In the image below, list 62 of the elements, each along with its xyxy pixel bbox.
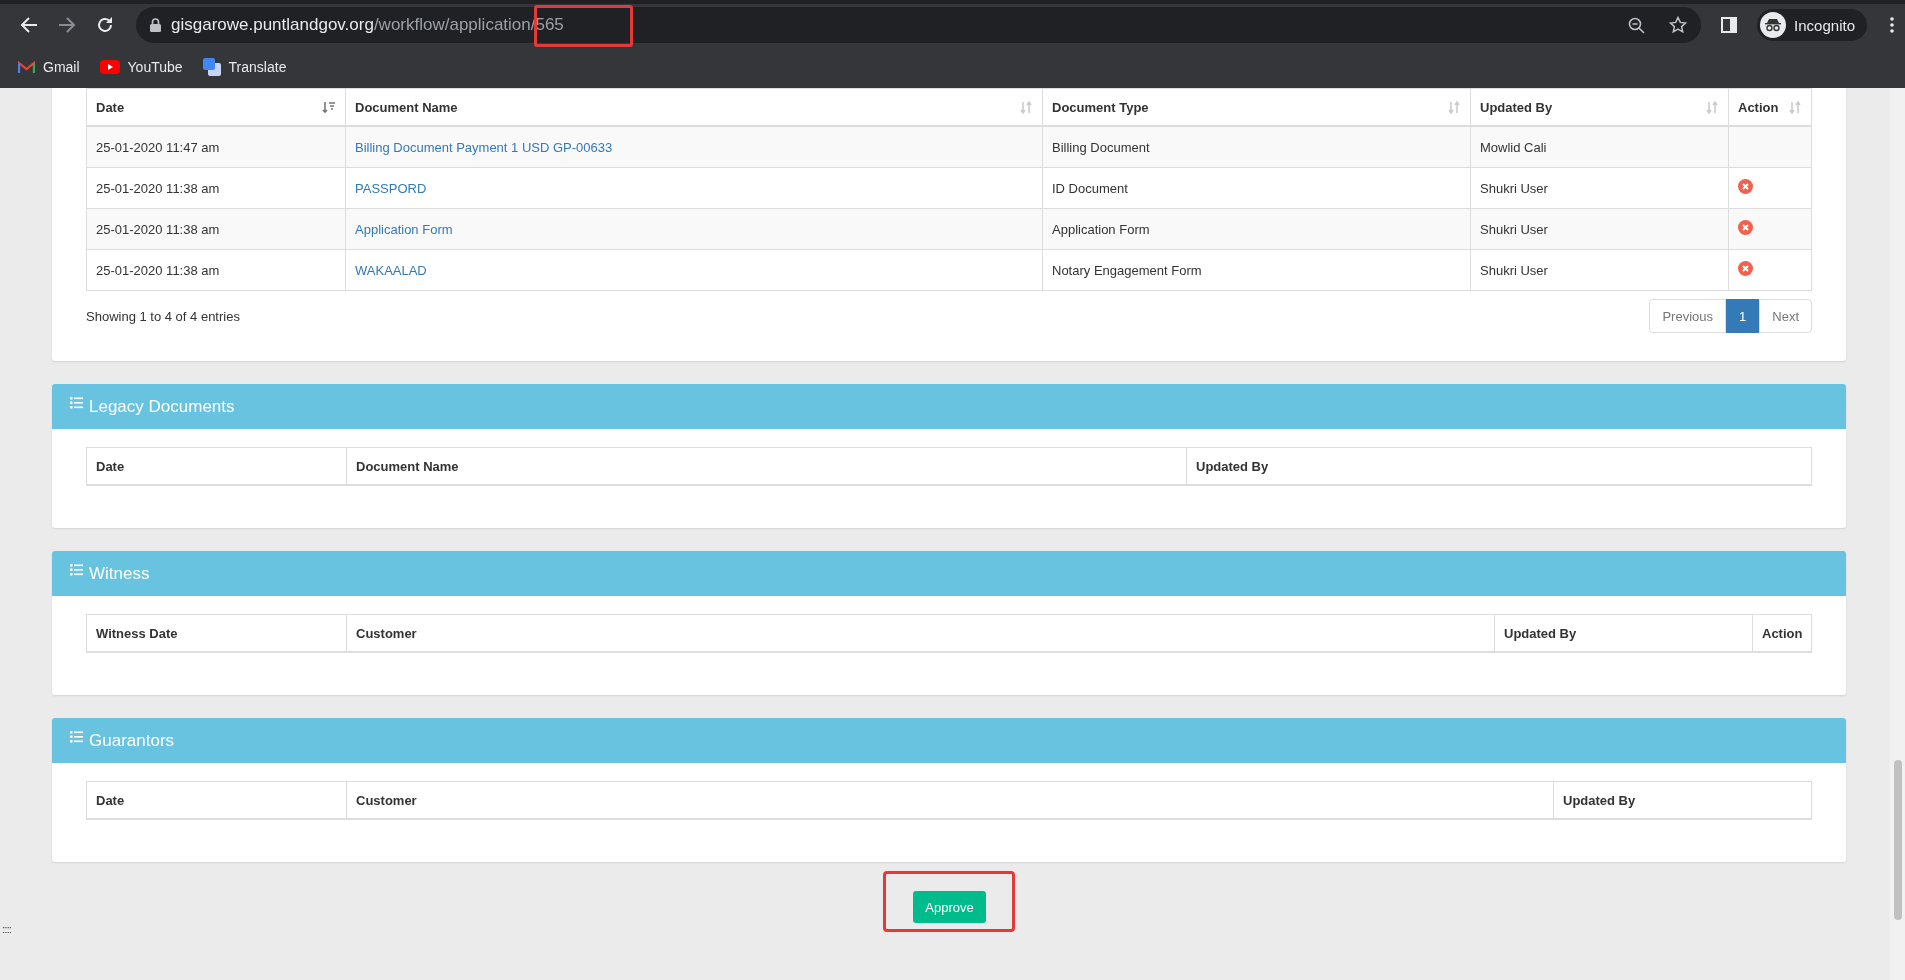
document-link[interactable]: WAKAALAD (355, 262, 427, 278)
star-icon[interactable] (1669, 16, 1688, 34)
column-header: Witness Date (96, 625, 178, 641)
type-cell: Notary Engagement Form (1052, 262, 1202, 278)
section-title: Witness (89, 563, 150, 584)
menu-icon[interactable] (1889, 16, 1895, 34)
column-header: Document Name (356, 458, 459, 474)
column-header: Updated By (1563, 792, 1636, 808)
column-header: Updated By (1196, 458, 1269, 474)
lock-icon[interactable] (150, 18, 161, 32)
date-cell: 25-01-2020 11:38 am (96, 221, 220, 237)
mail-icon (18, 60, 35, 74)
type-cell: ID Document (1052, 180, 1128, 196)
document-link[interactable]: PASSPORD (355, 180, 427, 196)
incognito-icon (1764, 18, 1783, 32)
date-cell: 25-01-2020 11:38 am (96, 180, 220, 196)
list-icon (70, 730, 83, 743)
section-title: Legacy Documents (89, 396, 235, 417)
column-header: Customer (356, 792, 417, 808)
column-header: Updated By (1504, 625, 1577, 641)
side-panel-icon[interactable] (1721, 17, 1738, 33)
bookmark-link[interactable]: Gmail (18, 59, 80, 75)
resize-handle[interactable]: ::::: (2, 924, 11, 935)
column-header[interactable]: Date (96, 99, 125, 115)
play-icon (99, 60, 120, 74)
user-cell: Shukri User (1480, 262, 1548, 278)
document-link[interactable]: Application Form (355, 221, 453, 237)
column-header: Date (96, 792, 125, 808)
bookmark-link[interactable]: Translate (202, 58, 287, 76)
document-link[interactable]: Billing Document Payment 1 USD GP-00633 (355, 139, 613, 155)
next-button[interactable]: Next (1759, 299, 1812, 333)
zoom-out-icon[interactable] (1628, 16, 1646, 34)
translate-icon (202, 58, 221, 76)
column-header[interactable]: Document Type (1052, 99, 1149, 115)
column-header[interactable]: Document Name (355, 99, 458, 115)
entries-info: Showing 1 to 4 of 4 entries (86, 308, 240, 324)
date-cell: 25-01-2020 11:47 am (96, 139, 220, 155)
section-title: Guarantors (89, 730, 175, 751)
scrollbar[interactable] (1890, 88, 1905, 980)
user-cell: Shukri User (1480, 221, 1548, 237)
list-icon (70, 563, 83, 576)
back-arrow-icon[interactable] (20, 17, 38, 33)
user-cell: Shukri User (1480, 180, 1548, 196)
profile-button[interactable]: Incognito (1757, 9, 1867, 41)
remove-icon[interactable] (1738, 179, 1753, 194)
type-cell: Application Form (1052, 221, 1150, 237)
column-header: Action (1762, 625, 1803, 641)
previous-button[interactable]: Previous (1649, 299, 1727, 333)
page-button[interactable]: 1 (1726, 299, 1760, 333)
list-icon (70, 396, 83, 409)
reload-icon[interactable] (96, 16, 114, 34)
column-header[interactable]: Updated By (1480, 99, 1553, 115)
type-cell: Billing Document (1052, 139, 1150, 155)
column-header: Customer (356, 625, 417, 641)
bookmark-link[interactable]: YouTube (99, 59, 183, 75)
remove-icon[interactable] (1738, 220, 1753, 235)
remove-icon[interactable] (1738, 261, 1753, 276)
forward-arrow-icon[interactable] (58, 17, 76, 33)
sort-descending-icon[interactable] (322, 100, 336, 114)
date-cell: 25-01-2020 11:38 am (96, 262, 220, 278)
column-header: Date (96, 458, 125, 474)
user-cell: Mowlid Cali (1480, 139, 1547, 155)
